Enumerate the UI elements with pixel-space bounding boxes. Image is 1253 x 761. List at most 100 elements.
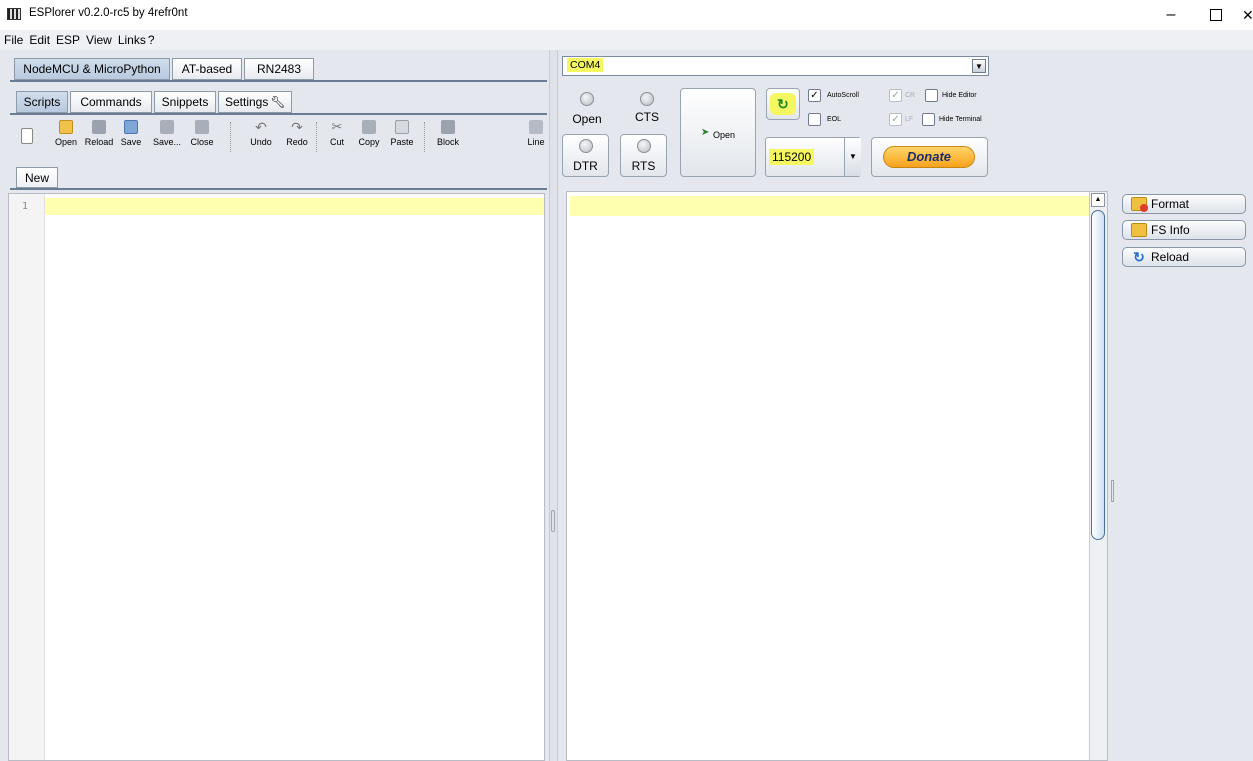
save-icon xyxy=(124,120,138,134)
tab-new-file[interactable]: New xyxy=(16,167,58,188)
donate-label: Donate xyxy=(883,146,975,168)
plug-icon: ➤ xyxy=(701,127,710,138)
menu-view[interactable]: View xyxy=(86,33,112,47)
scroll-up-icon[interactable]: ▲ xyxy=(1091,193,1105,207)
side-divider-grip[interactable] xyxy=(1111,480,1114,502)
open-led-icon xyxy=(580,92,594,106)
menu-links[interactable]: Links xyxy=(118,33,146,47)
toolbar-separator xyxy=(316,122,317,152)
block-button[interactable]: Block xyxy=(434,118,462,158)
reload-icon: ↻ xyxy=(1133,249,1145,265)
eol-checkbox[interactable] xyxy=(808,113,821,126)
close-file-button[interactable]: Close xyxy=(188,118,216,158)
fs-info-icon xyxy=(1131,223,1147,237)
baud-select[interactable]: 115200 ▼ xyxy=(765,137,861,177)
dtr-label: DTR xyxy=(573,159,598,173)
hide-editor-label: Hide Editor xyxy=(942,92,977,99)
reload-fs-label: Reload xyxy=(1151,250,1190,264)
line-icon xyxy=(529,120,543,134)
tab-strip-line xyxy=(10,80,547,82)
menu-help[interactable]: ? xyxy=(148,33,155,47)
menu-edit[interactable]: Edit xyxy=(29,33,50,47)
hide-terminal-checkbox[interactable] xyxy=(922,113,935,126)
format-icon xyxy=(1131,197,1148,212)
paste-label: Paste xyxy=(390,137,414,147)
new-file-button[interactable] xyxy=(18,118,36,158)
line-gutter xyxy=(9,194,45,760)
tab-strip-line-3 xyxy=(10,188,547,190)
toolbar-separator xyxy=(230,122,231,152)
redo-icon: ↷ xyxy=(291,119,303,135)
app-icon xyxy=(7,8,21,20)
maximize-button[interactable] xyxy=(1196,1,1236,29)
cts-led-label: CTS xyxy=(635,110,659,124)
cts-led-icon xyxy=(640,92,654,106)
new-file-icon xyxy=(21,128,33,144)
dtr-button[interactable]: DTR xyxy=(562,134,609,177)
tab-commands[interactable]: Commands xyxy=(70,91,152,113)
autoscroll-checkbox[interactable]: ✓ xyxy=(808,89,821,102)
hide-editor-checkbox[interactable] xyxy=(925,89,938,102)
line-label: Line xyxy=(527,137,545,147)
paste-button[interactable]: Paste xyxy=(388,118,416,158)
save-label: Save xyxy=(120,137,142,147)
open-port-label: Open xyxy=(713,130,736,140)
tab-snippets[interactable]: Snippets xyxy=(154,91,216,113)
tab-rn2483[interactable]: RN2483 xyxy=(244,58,314,80)
split-divider[interactable] xyxy=(549,50,558,761)
format-label: Format xyxy=(1151,197,1190,211)
undo-label: Undo xyxy=(250,137,272,147)
current-line-highlight xyxy=(45,198,544,215)
chevron-down-icon[interactable]: ▼ xyxy=(972,59,986,73)
block-label: Block xyxy=(436,137,459,147)
baud-value: 115200 xyxy=(769,149,815,165)
chevron-down-icon[interactable]: ▼ xyxy=(844,138,861,176)
side-divider[interactable] xyxy=(1110,191,1116,761)
window-title: ESPlorer v0.2.0-rc5 by 4refr0nt xyxy=(29,7,188,19)
folder-icon xyxy=(59,120,73,134)
reload-label: Reload xyxy=(84,137,114,147)
block-icon xyxy=(441,120,455,134)
rts-button[interactable]: RTS xyxy=(620,134,667,177)
open-port-button[interactable]: ➤ Open xyxy=(680,88,756,177)
close-file-label: Close xyxy=(190,137,214,147)
tab-at-based[interactable]: AT-based xyxy=(172,58,242,80)
tab-nodemcu[interactable]: NodeMCU & MicroPython xyxy=(14,58,170,80)
open-button[interactable]: Open xyxy=(54,118,78,158)
copy-icon xyxy=(362,120,376,134)
refresh-icon: ↻ xyxy=(777,96,789,112)
tab-scripts[interactable]: Scripts xyxy=(16,91,68,113)
fs-info-button[interactable]: FS Info xyxy=(1122,220,1246,240)
cut-button[interactable]: ✂ Cut xyxy=(326,118,348,158)
menu-esp[interactable]: ESP xyxy=(56,33,80,47)
redo-button[interactable]: ↷ Redo xyxy=(284,118,310,158)
copy-button[interactable]: Copy xyxy=(356,118,382,158)
dtr-led-icon xyxy=(579,139,593,153)
line-number: 1 xyxy=(22,201,29,212)
terminal-scrollbar[interactable]: ▲ xyxy=(1089,192,1107,760)
close-button[interactable]: ✕ xyxy=(1242,1,1253,29)
reload-fs-button[interactable]: ↻ Reload xyxy=(1122,247,1246,267)
undo-button[interactable]: ↶ Undo xyxy=(248,118,274,158)
editor-toolbar: Open Reload Save Save... Close ↶ Undo ↷ … xyxy=(12,118,547,158)
menu-file[interactable]: File xyxy=(4,33,23,47)
code-editor[interactable]: 1 xyxy=(8,193,545,761)
terminal-output[interactable]: ▲ xyxy=(566,191,1108,761)
cr-checkbox: ✓ xyxy=(889,89,902,102)
save-button[interactable]: Save xyxy=(118,118,144,158)
divider-grip[interactable] xyxy=(551,510,555,532)
minimize-button[interactable]: – xyxy=(1151,1,1191,29)
format-button[interactable]: Format xyxy=(1122,194,1246,214)
scroll-thumb[interactable] xyxy=(1091,210,1105,540)
line-button[interactable]: Line xyxy=(526,118,546,158)
save-as-button[interactable]: Save... xyxy=(150,118,184,158)
tab-settings[interactable]: Settings 🔧︎ xyxy=(218,91,292,113)
port-select[interactable]: COM4 ▼ xyxy=(562,56,989,76)
eol-label: EOL xyxy=(827,116,842,123)
donate-button[interactable]: Donate xyxy=(871,137,988,177)
reload-icon xyxy=(92,120,106,134)
refresh-ports-button[interactable]: ↻ xyxy=(766,88,800,120)
reload-button[interactable]: Reload xyxy=(84,118,114,158)
wrench-icon: 🔧︎ xyxy=(270,95,286,109)
hide-terminal-label: Hide Terminal xyxy=(939,116,982,123)
